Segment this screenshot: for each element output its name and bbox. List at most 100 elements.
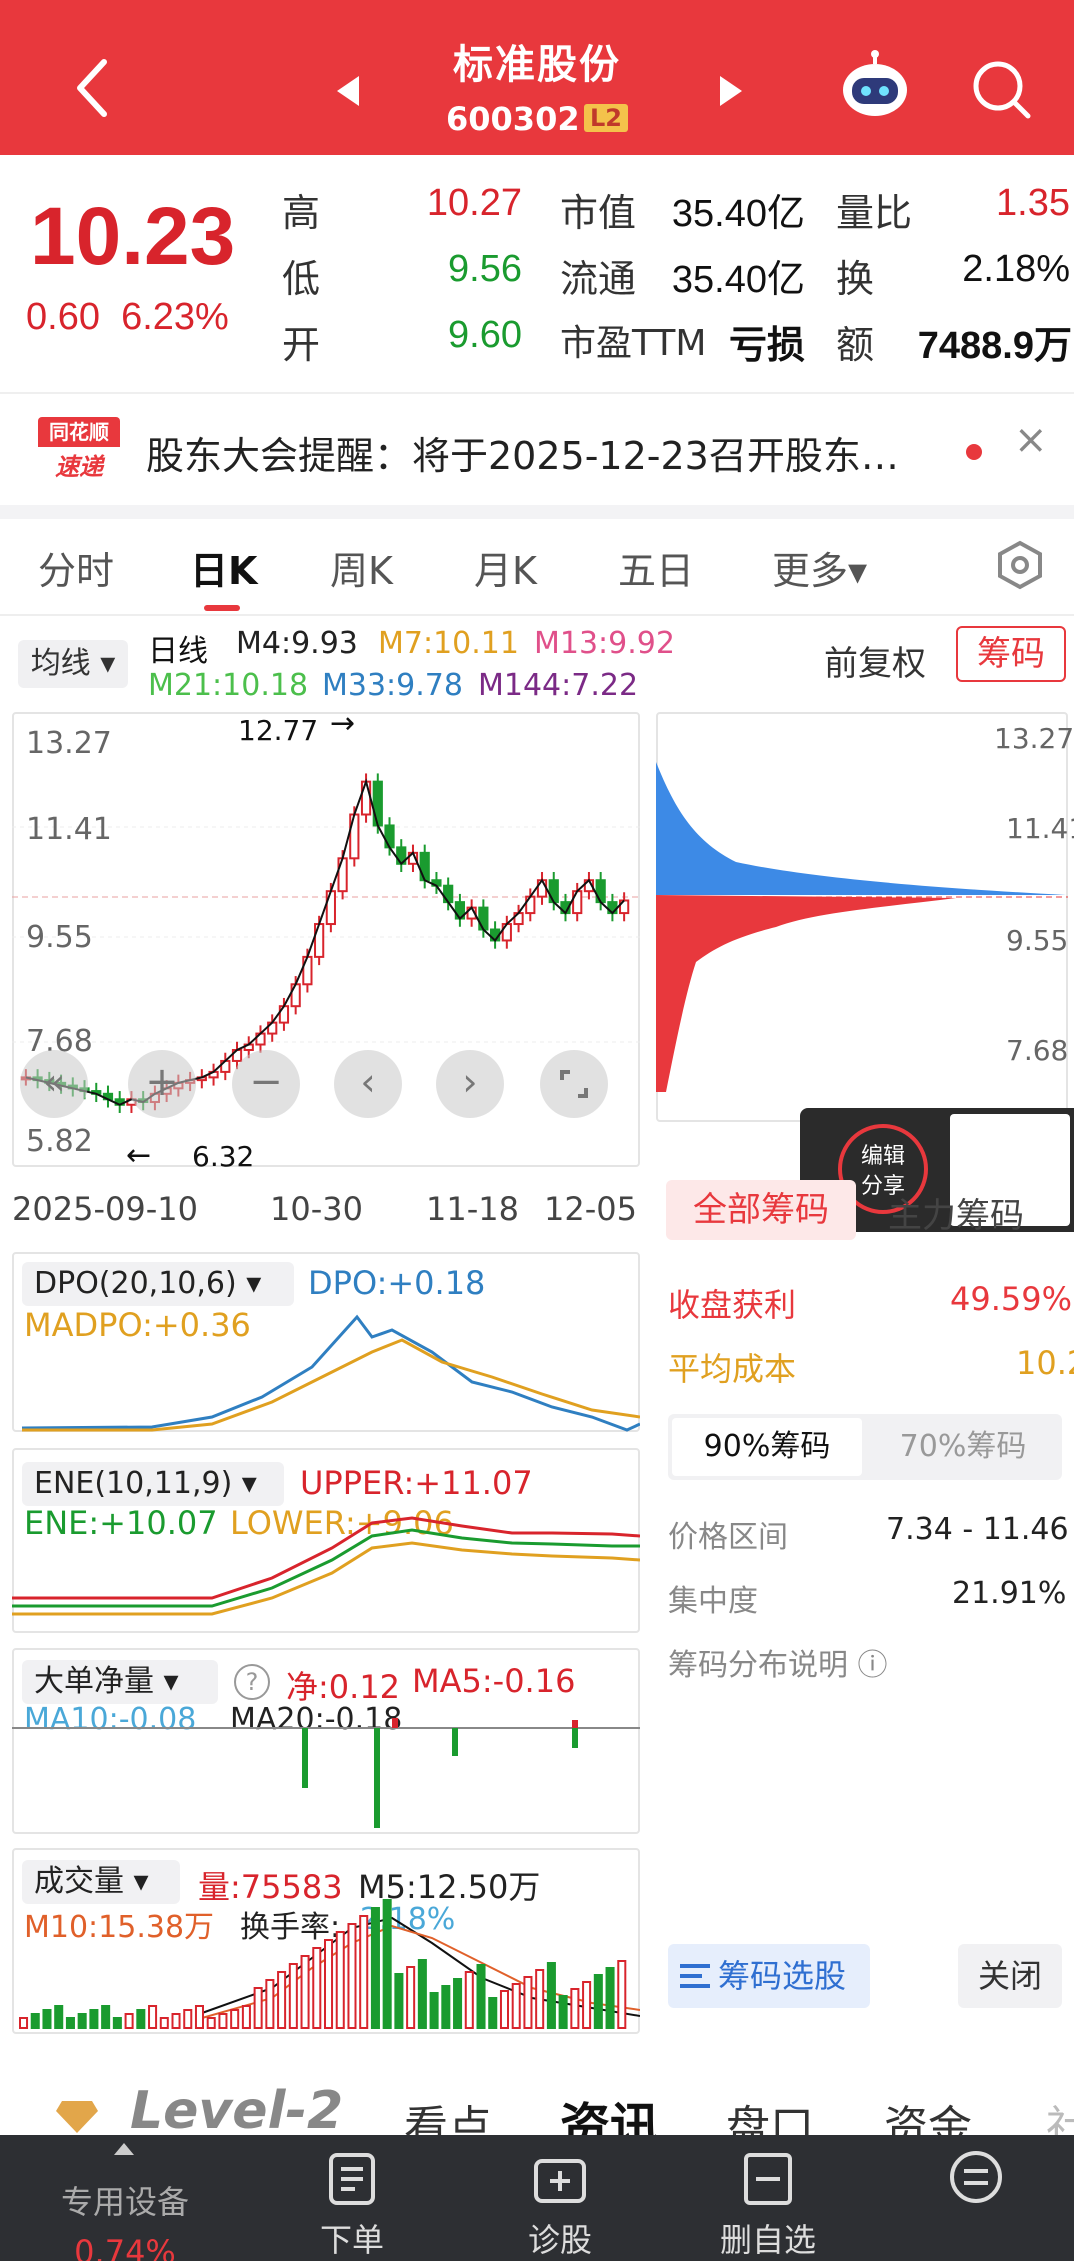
volume-bar [582, 1981, 592, 2029]
quote-label: 市盈TTM [560, 323, 707, 364]
candle [302, 955, 313, 986]
madpo-line [22, 1338, 640, 1432]
current-price: 10.23 [30, 191, 236, 282]
remove-label: 删自选 [719, 2221, 816, 2259]
volume-bar [77, 2013, 87, 2029]
tab-day-k[interactable]: 日K [190, 540, 257, 595]
tab-90-chips[interactable]: 90%筹码 [672, 1418, 862, 1476]
quote-value: 亏损 [728, 325, 805, 367]
volume-bar [112, 2017, 122, 2029]
zoom-in-icon[interactable]: + [128, 1050, 196, 1118]
price-change: 0.60 6.23% [26, 296, 229, 339]
volume-bar [265, 1979, 275, 2029]
volume-bar [89, 2009, 99, 2029]
tab-week-k[interactable]: 周K [330, 540, 393, 595]
scroll-right-icon[interactable]: › [436, 1050, 504, 1118]
top-header: 标准股份 600302 L2 [0, 0, 1074, 155]
ma-m144: M144:7.22 [478, 668, 639, 703]
high-arrow: → [330, 706, 356, 741]
tab-fenshi[interactable]: 分时 [38, 540, 114, 595]
ma-m33: M33:9.78 [322, 668, 463, 703]
stock-name: 标准股份 [453, 42, 621, 88]
chevron-up-icon[interactable] [112, 2141, 136, 2157]
quote-label: 量比 [836, 191, 913, 235]
y-tick: 5.82 [26, 1124, 93, 1159]
chips-y-tick: 11.41 [1006, 812, 1074, 845]
quote-label: 高 [282, 191, 321, 235]
level2-badge: L2 [584, 104, 628, 132]
remove-watchlist-button[interactable]: 删自选 [708, 2151, 828, 2261]
y-tick: 13.27 [26, 726, 112, 761]
tab-more[interactable]: 更多▾ [772, 540, 867, 595]
quote-value: 35.40亿 [671, 259, 805, 301]
chips-close-button[interactable]: 关闭 [958, 1944, 1062, 2008]
diagnose-icon [534, 2159, 586, 2203]
tab-70-chips[interactable]: 70%筹码 [868, 1418, 1058, 1476]
stock-detail-page: 标准股份 600302 L2 10.23 0.60 6.23% 高 10.27 … [0, 0, 1074, 2261]
volume-bar [42, 2009, 52, 2029]
candle [325, 890, 336, 926]
divider [0, 392, 1074, 394]
volume-bar [148, 2005, 158, 2029]
change-percent: 6.23% [121, 296, 229, 338]
volume-bar [324, 1939, 334, 2029]
close-icon[interactable]: × [1014, 417, 1048, 463]
profit-value: 49.59% [950, 1280, 1073, 1318]
range-label: 价格区间 [668, 1520, 788, 1555]
tab-five-day[interactable]: 五日 [618, 540, 694, 595]
quote-value: 1.35 [996, 182, 1070, 224]
dadan-bar [572, 1720, 578, 1728]
dpo-chart [21, 1314, 640, 1432]
volume-bar [570, 1988, 580, 2029]
chips-button[interactable]: 筹码 [956, 626, 1066, 682]
tab-month-k[interactable]: 月K [474, 540, 537, 595]
diagnose-button[interactable]: 诊股 [510, 2151, 610, 2261]
adjust-mode[interactable]: 前复权 [824, 636, 926, 685]
robot-icon[interactable] [838, 50, 912, 120]
menu-icon[interactable] [948, 2149, 1004, 2205]
volume-bar [277, 1971, 287, 2029]
candle [349, 813, 360, 860]
volume-bar [417, 1959, 427, 2029]
y-tick: 11.41 [26, 812, 112, 847]
concentration-value: 21.91% [952, 1576, 1067, 1611]
remove-icon [744, 2153, 792, 2205]
settings-hexagon-icon[interactable] [996, 540, 1044, 590]
tab-all-chips[interactable]: 全部筹码 [666, 1180, 856, 1240]
next-stock-icon[interactable] [718, 74, 744, 108]
scroll-left-icon[interactable]: ‹ [334, 1050, 402, 1118]
industry-label[interactable]: 专用设备 [30, 2177, 220, 2223]
volume-bar [429, 1992, 439, 2029]
candle [337, 857, 348, 893]
volume-bar [30, 2013, 40, 2029]
fullscreen-icon[interactable] [540, 1050, 608, 1118]
volume-bar [464, 1971, 474, 2029]
volume-bar [206, 2017, 216, 2029]
tab-main-chips[interactable]: 主力筹码 [888, 1188, 1024, 1237]
x-tick: 10-30 [270, 1190, 363, 1228]
volume-bar [347, 1923, 357, 2029]
volume-bar [101, 2005, 111, 2029]
dadan-bar [452, 1728, 458, 1756]
candle [314, 923, 325, 958]
chips-explain-link[interactable]: 筹码分布说明 ⓘ [668, 1640, 888, 1684]
tab-level2[interactable]: Level-2 [130, 2081, 343, 2141]
bottom-info-tabs: Level-2 看点 资讯 盘口 资金 社 [0, 2055, 1074, 2156]
chips-select-button[interactable]: 筹码选股 [668, 1944, 870, 2008]
volume-bar [312, 1947, 322, 2029]
volume-bar [19, 2017, 29, 2029]
change-value: 0.60 [26, 296, 100, 338]
zoom-out-icon[interactable]: − [232, 1050, 300, 1118]
volume-bar [499, 1990, 510, 2029]
volume-bar [558, 1995, 568, 2029]
chips-y-tick: 13.27 [994, 722, 1074, 755]
ma-select[interactable]: 均线 ▾ [18, 640, 128, 688]
notice-bar[interactable]: 同花顺 速递 股东大会提醒：将于2025-12-23召开股东… × [0, 395, 1074, 510]
order-button[interactable]: 下单 [302, 2151, 402, 2261]
quote-value: 10.27 [426, 182, 522, 224]
scroll-start-icon[interactable]: « [20, 1050, 88, 1118]
unread-dot [966, 444, 982, 460]
diagnose-label: 诊股 [527, 2221, 592, 2259]
search-icon[interactable] [970, 58, 1034, 122]
news-badge-icon: 同花顺 速递 [38, 417, 120, 483]
